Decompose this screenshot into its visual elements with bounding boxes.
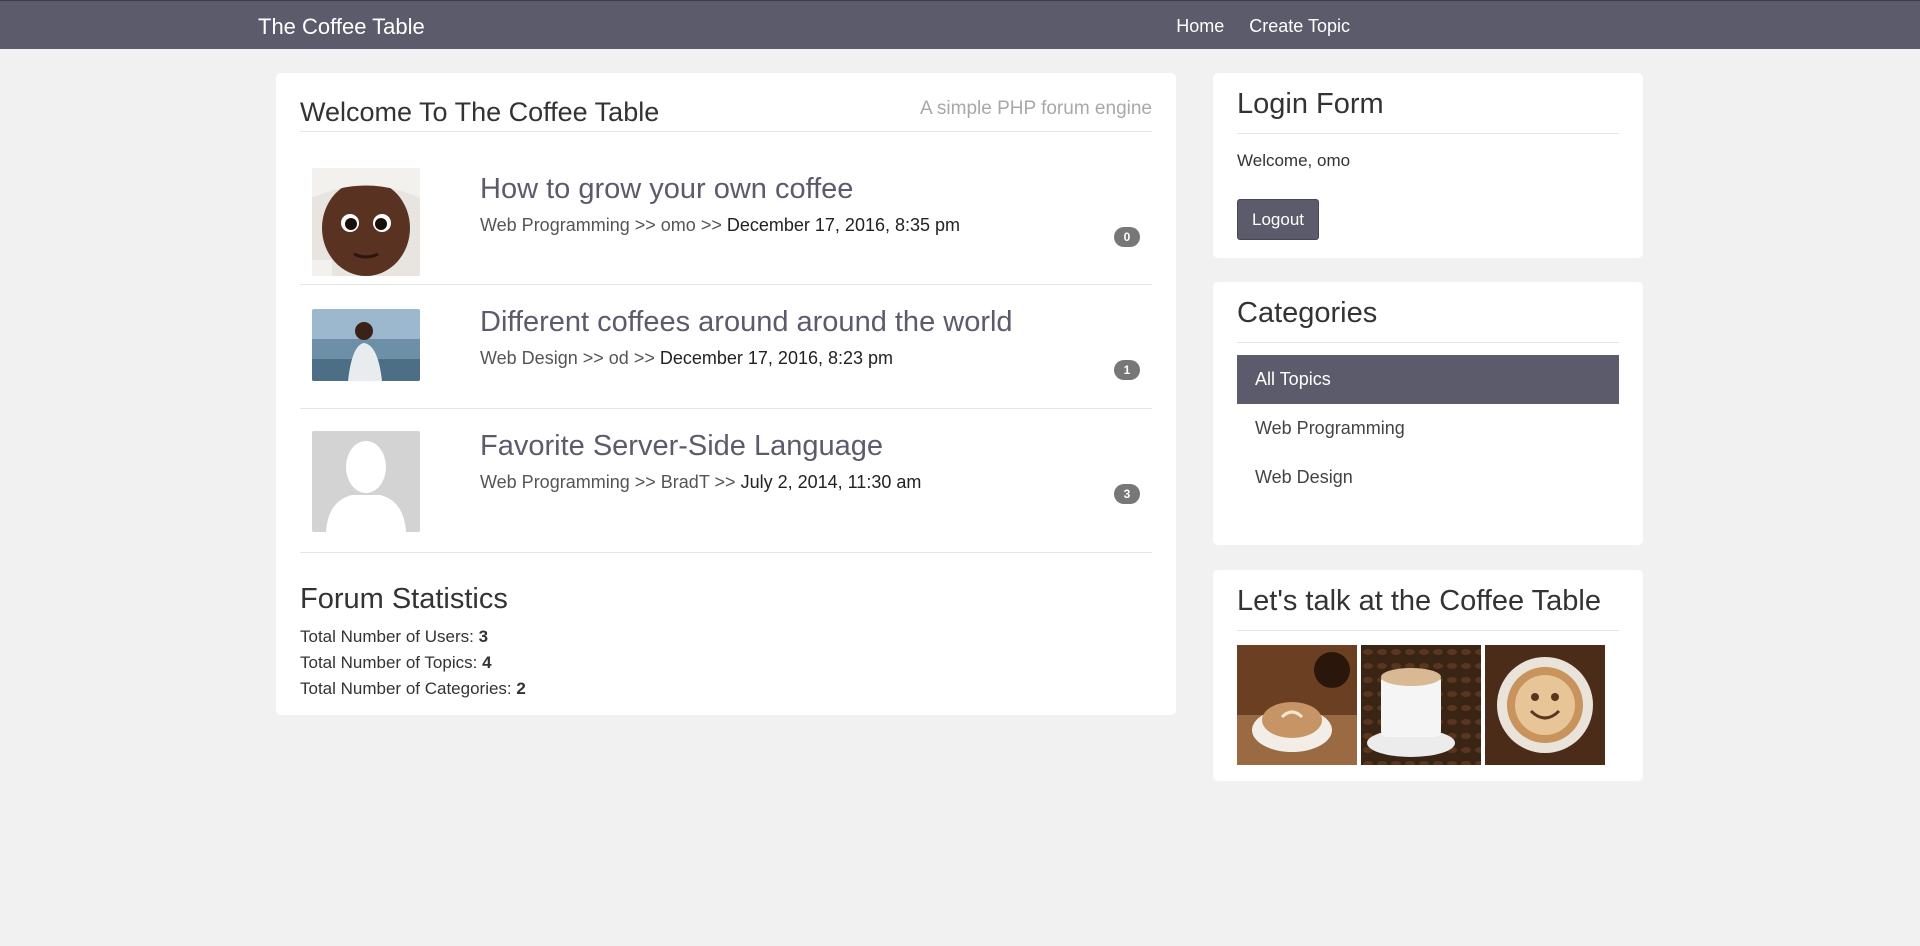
stat-users-value: 3 — [478, 627, 489, 646]
stat-users-label: Total Number of Users: — [300, 627, 474, 646]
topic-user-link[interactable]: BradT — [661, 472, 710, 492]
default-avatar-icon — [312, 431, 420, 532]
logout-button[interactable]: Logout — [1237, 199, 1319, 240]
reply-count-badge: 0 — [1114, 227, 1140, 247]
user-avatar-baby — [312, 168, 420, 276]
stat-topics: Total Number of Topics: 4 — [300, 650, 526, 676]
topic-row: Favorite Server-Side Language Web Progra… — [300, 408, 1152, 553]
topic-meta: Web Design >> od >> December 17, 2016, 8… — [480, 348, 893, 369]
gallery-title: Let's talk at the Coffee Table — [1237, 585, 1619, 631]
forum-statistics: Forum Statistics Total Number of Users: … — [300, 583, 526, 702]
topic-date: December 17, 2016, 8:35 pm — [726, 215, 961, 235]
coffee-image-cup-beans — [1361, 645, 1481, 765]
nav-home-link[interactable]: Home — [1176, 16, 1224, 37]
page-subtitle: A simple PHP forum engine — [920, 98, 1152, 119]
reply-count-badge: 3 — [1114, 484, 1140, 504]
categories-panel: Categories All Topics Web Programming We… — [1213, 282, 1643, 545]
category-web-design[interactable]: Web Design — [1237, 453, 1619, 502]
topic-date: July 2, 2014, 11:30 am — [740, 472, 922, 492]
stat-topics-value: 4 — [482, 653, 492, 672]
stat-categories-value: 2 — [516, 679, 526, 698]
topic-category-link[interactable]: Web Design — [480, 348, 578, 368]
categories-title: Categories — [1237, 297, 1619, 343]
topic-user-link[interactable]: od — [609, 348, 629, 368]
meta-separator: >> — [700, 215, 722, 235]
gallery-panel: Let's talk at the Coffee Table — [1213, 570, 1643, 781]
coffee-image-smiley — [1485, 645, 1605, 765]
nav-create-topic-link[interactable]: Create Topic — [1249, 16, 1350, 37]
stat-categories: Total Number of Categories: 2 — [300, 676, 526, 702]
topic-title-link[interactable]: Different coffees around around the worl… — [480, 306, 1013, 339]
brand-link[interactable]: The Coffee Table — [258, 14, 425, 40]
coffee-gallery — [1237, 645, 1605, 765]
topic-category-link[interactable]: Web Programming — [480, 472, 630, 492]
topic-title-link[interactable]: Favorite Server-Side Language — [480, 430, 883, 463]
category-all-topics[interactable]: All Topics — [1237, 355, 1619, 404]
login-panel: Login Form Welcome, omo Logout — [1213, 73, 1643, 258]
topic-category-link[interactable]: Web Programming — [480, 215, 630, 235]
page-title: Welcome To The Coffee Table — [300, 97, 660, 127]
category-web-programming[interactable]: Web Programming — [1237, 404, 1619, 453]
meta-separator: >> — [582, 348, 604, 368]
main-panel: Welcome To The Coffee Table A simple PHP… — [276, 73, 1176, 715]
meta-separator: >> — [714, 472, 736, 492]
coffee-image-latte-art — [1237, 645, 1357, 765]
topic-meta: Web Programming >> BradT >> July 2, 2014… — [480, 472, 921, 493]
login-title: Login Form — [1237, 88, 1619, 134]
meta-separator: >> — [634, 472, 656, 492]
topic-row: Different coffees around around the worl… — [300, 284, 1152, 409]
topic-row: How to grow your own coffee Web Programm… — [300, 150, 1152, 285]
stat-users: Total Number of Users: 3 — [300, 624, 526, 650]
top-navbar: The Coffee Table Home Create Topic — [0, 0, 1920, 49]
topic-meta: Web Programming >> omo >> December 17, 2… — [480, 215, 960, 236]
meta-separator: >> — [633, 348, 655, 368]
nav-links: Home Create Topic — [1176, 16, 1350, 37]
meta-separator: >> — [634, 215, 656, 235]
stats-title: Forum Statistics — [300, 583, 508, 615]
reply-count-badge: 1 — [1114, 360, 1140, 380]
topic-date: December 17, 2016, 8:23 pm — [659, 348, 894, 368]
welcome-text: Welcome, omo — [1237, 151, 1351, 170]
user-avatar-photo — [312, 309, 420, 381]
category-list: All Topics Web Programming Web Design — [1237, 355, 1619, 502]
main-header: Welcome To The Coffee Table A simple PHP… — [300, 93, 1152, 132]
stat-topics-label: Total Number of Topics: — [300, 653, 478, 672]
topic-user-link[interactable]: omo — [661, 215, 696, 235]
stat-categories-label: Total Number of Categories: — [300, 679, 512, 698]
topic-title-link[interactable]: How to grow your own coffee — [480, 173, 853, 206]
